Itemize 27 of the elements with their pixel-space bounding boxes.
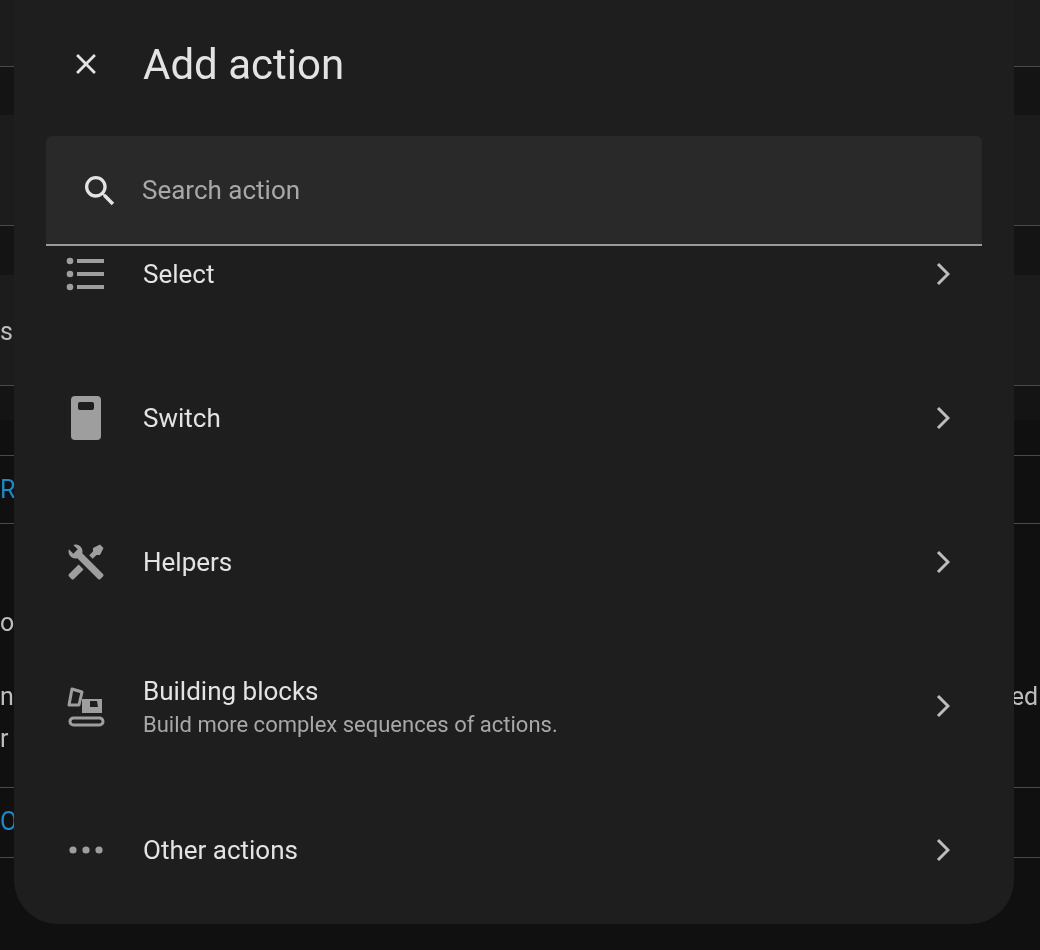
chevron-right-icon — [936, 838, 950, 862]
action-list-item[interactable]: Building blocks Build more complex sequences of actions. — [14, 634, 1014, 778]
page-text: s — [0, 316, 13, 348]
list-icon — [66, 257, 106, 291]
action-list-item[interactable]: Helpers — [14, 490, 1014, 634]
page-text: r — [0, 723, 9, 755]
action-list-item[interactable]: Switch — [14, 346, 1014, 490]
page-link[interactable]: R — [0, 474, 16, 506]
action-list-item[interactable]: Select — [14, 246, 1014, 346]
page-text: o — [0, 607, 15, 639]
chevron-right-icon — [936, 262, 950, 286]
chevron-right-icon — [936, 406, 950, 430]
item-label: Building blocks — [143, 675, 320, 706]
item-label: Helpers — [143, 547, 234, 577]
switch-icon — [71, 396, 101, 440]
excavator-icon — [65, 685, 107, 727]
dialog-title: Add action — [143, 39, 345, 89]
item-description: Build more complex sequences of actions. — [143, 711, 559, 737]
chevron-right-icon — [936, 694, 950, 718]
chevron-right-icon — [936, 550, 950, 574]
action-list-item[interactable]: Other actions — [14, 778, 1014, 922]
item-label: Other actions — [143, 835, 299, 865]
item-label: Select — [143, 259, 216, 289]
page-text: n — [0, 681, 14, 713]
item-label: Switch — [143, 403, 222, 433]
more-icon — [69, 846, 103, 854]
search-field[interactable]: Search action — [46, 136, 982, 246]
